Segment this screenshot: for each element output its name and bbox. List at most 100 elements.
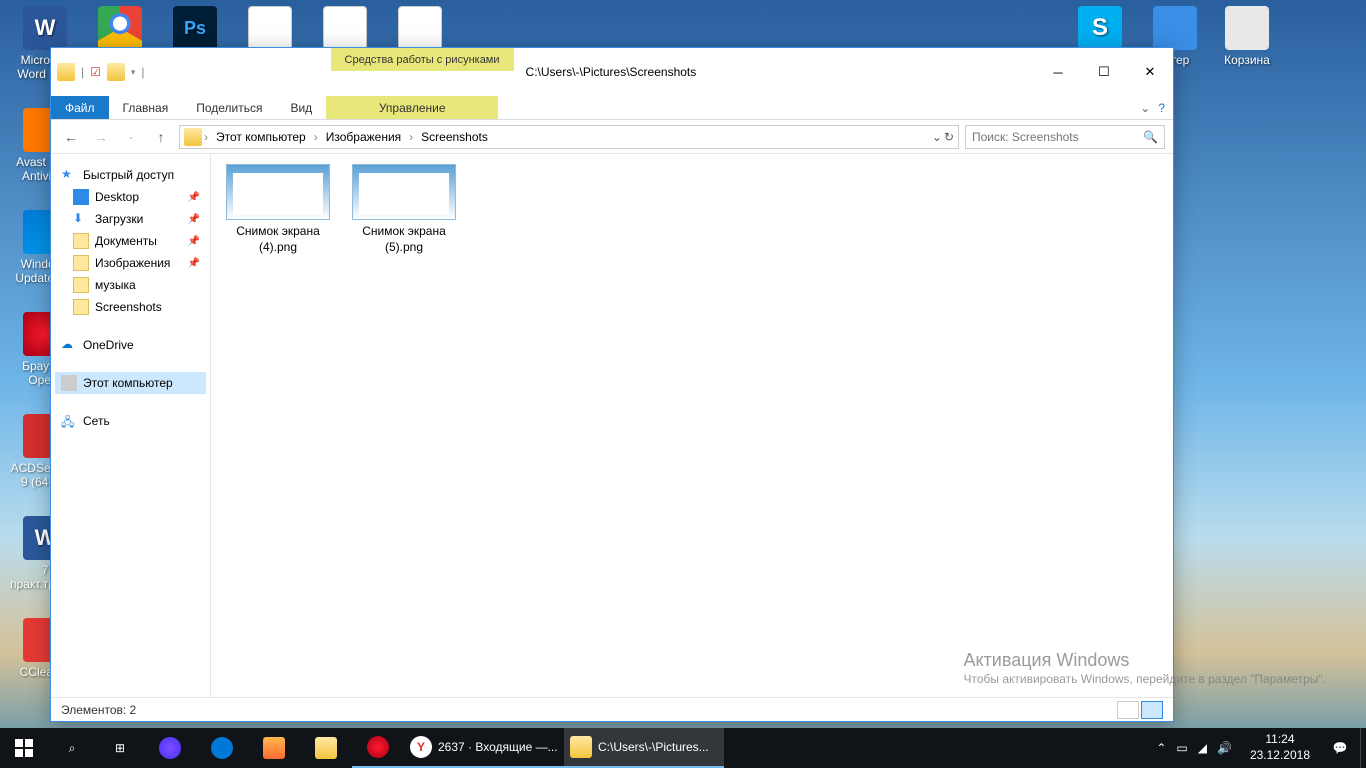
desktop-icon-photoshop[interactable]: Ps: [160, 6, 230, 53]
taskbar-paint[interactable]: [248, 728, 300, 768]
star-icon: ★: [61, 167, 77, 183]
pin-icon: 📌: [188, 236, 200, 247]
sidebar-pictures[interactable]: Изображения 📌: [55, 252, 206, 274]
sidebar-label: Изображения: [95, 256, 170, 270]
task-label: 2637 · Входящие —...: [438, 740, 558, 754]
ribbon-expand-icon[interactable]: ⌄: [1140, 101, 1150, 115]
ribbon-tab-file[interactable]: Файл: [51, 96, 109, 119]
folder-icon[interactable]: [57, 63, 75, 81]
ribbon-tab-home[interactable]: Главная: [109, 96, 183, 119]
taskbar-explorer-window[interactable]: C:\Users\-\Pictures...: [564, 728, 724, 768]
address-dropdown-icon[interactable]: ⌄: [932, 130, 942, 144]
file-item[interactable]: Снимок экрана (5).png: [343, 164, 465, 687]
sidebar-label: Screenshots: [95, 300, 162, 314]
sidebar-this-pc[interactable]: Этот компьютер: [55, 372, 206, 394]
taskbar-clock[interactable]: 11:24 23.12.2018: [1240, 732, 1320, 763]
qat-check-icon[interactable]: ☑: [90, 65, 101, 79]
file-list[interactable]: Снимок экрана (4).png Снимок экрана (5).…: [211, 154, 1173, 697]
document-icon: [73, 233, 89, 249]
file-name: Снимок экрана (5).png: [343, 224, 465, 255]
folder-icon: [184, 128, 202, 146]
forward-button[interactable]: →: [89, 125, 113, 149]
opera-icon: [367, 736, 389, 758]
chevron-right-icon[interactable]: ›: [204, 130, 208, 144]
desktop-icon-image2[interactable]: [310, 6, 380, 53]
desktop-icon-chrome[interactable]: [85, 6, 155, 53]
ribbon-tab-share[interactable]: Поделиться: [182, 96, 276, 119]
desktop-icon-recycle-bin[interactable]: Корзина: [1212, 6, 1282, 67]
desktop-icon-skype[interactable]: S: [1065, 6, 1135, 53]
maximize-button[interactable]: ☐: [1081, 48, 1127, 96]
edge-icon: [211, 737, 233, 759]
desktop-icon: [73, 189, 89, 205]
sidebar-network[interactable]: 🖧Сеть: [55, 410, 206, 432]
breadcrumb-item[interactable]: Этот компьютер: [210, 130, 312, 144]
clock-time: 11:24: [1250, 732, 1310, 748]
sidebar-screenshots[interactable]: Screenshots: [55, 296, 206, 318]
wifi-icon[interactable]: ◢: [1198, 741, 1207, 755]
sidebar-downloads[interactable]: ⬇Загрузки📌: [55, 208, 206, 230]
clock-date: 23.12.2018: [1250, 748, 1310, 764]
pin-icon: 📌: [188, 258, 200, 269]
paint-icon: [263, 737, 285, 759]
qat-dropdown-icon[interactable]: ▾: [131, 67, 136, 78]
sidebar-onedrive[interactable]: ☁OneDrive: [55, 334, 206, 356]
taskbar-edge[interactable]: [196, 728, 248, 768]
minimize-button[interactable]: ─: [1035, 48, 1081, 96]
status-bar: Элементов: 2: [51, 697, 1173, 721]
close-button[interactable]: ✕: [1127, 48, 1173, 96]
task-label: C:\Users\-\Pictures...: [598, 740, 709, 754]
taskbar-opera[interactable]: [352, 728, 404, 768]
desktop-icon-image3[interactable]: [385, 6, 455, 53]
ribbon-tab-manage[interactable]: Управление: [326, 96, 498, 119]
ribbon-tabs: Файл Главная Поделиться Вид Управление ⌄…: [51, 96, 1173, 120]
taskbar-file-explorer-pinned[interactable]: [300, 728, 352, 768]
search-input[interactable]: [972, 130, 1143, 144]
status-item-count: Элементов: 2: [61, 703, 136, 717]
task-view-button[interactable]: ⊞: [96, 728, 144, 768]
pc-icon: [61, 375, 77, 391]
breadcrumb-item[interactable]: Изображения: [320, 130, 407, 144]
pictures-icon: [73, 255, 89, 271]
battery-icon[interactable]: ▭: [1176, 741, 1187, 755]
up-button[interactable]: ↑: [149, 125, 173, 149]
sidebar-documents[interactable]: Документы 📌: [55, 230, 206, 252]
search-button[interactable]: ⌕: [48, 728, 96, 768]
navigation-bar: ← → ⌄ ↑ › Этот компьютер › Изображения ›…: [51, 120, 1173, 154]
view-thumbnails-button[interactable]: [1141, 701, 1163, 719]
chevron-right-icon[interactable]: ›: [314, 130, 318, 144]
file-item[interactable]: Снимок экрана (4).png: [217, 164, 339, 687]
view-details-button[interactable]: [1117, 701, 1139, 719]
recent-dropdown-icon[interactable]: ⌄: [119, 125, 143, 149]
folder-icon[interactable]: [107, 63, 125, 81]
sidebar-quick-access[interactable]: ★Быстрый доступ: [55, 164, 206, 186]
start-button[interactable]: [0, 728, 48, 768]
address-bar[interactable]: › Этот компьютер › Изображения › Screens…: [179, 125, 959, 149]
desktop-icon-image1[interactable]: [235, 6, 305, 53]
refresh-icon[interactable]: ↻: [944, 130, 954, 144]
taskbar-yandex[interactable]: Y2637 · Входящие —...: [404, 728, 564, 768]
breadcrumb-item[interactable]: Screenshots: [415, 130, 494, 144]
action-center-button[interactable]: 💬: [1320, 728, 1360, 768]
cortana-icon: [159, 737, 181, 759]
tray-overflow-icon[interactable]: ⌃: [1156, 741, 1166, 755]
activation-watermark: Активация Windows Чтобы активировать Win…: [963, 650, 1326, 688]
back-button[interactable]: ←: [59, 125, 83, 149]
watermark-title: Активация Windows: [963, 650, 1326, 671]
taskbar-cortana[interactable]: [144, 728, 196, 768]
search-icon[interactable]: 🔍: [1143, 130, 1158, 144]
sidebar-music[interactable]: музыка: [55, 274, 206, 296]
sidebar-label: Документы: [95, 234, 157, 248]
network-icon: 🖧: [61, 413, 77, 429]
file-explorer-window: | ☑ ▾ | Средства работы с рисунками C:\U…: [50, 47, 1174, 722]
sidebar-label: музыка: [95, 278, 136, 292]
titlebar[interactable]: | ☑ ▾ | Средства работы с рисунками C:\U…: [51, 48, 1173, 96]
help-icon[interactable]: ?: [1158, 101, 1165, 115]
pin-icon: 📌: [188, 214, 200, 225]
search-box[interactable]: 🔍: [965, 125, 1165, 149]
show-desktop-button[interactable]: [1360, 728, 1366, 768]
chevron-right-icon[interactable]: ›: [409, 130, 413, 144]
volume-icon[interactable]: 🔊: [1217, 741, 1232, 755]
ribbon-tab-view[interactable]: Вид: [276, 96, 326, 119]
sidebar-desktop[interactable]: Desktop📌: [55, 186, 206, 208]
